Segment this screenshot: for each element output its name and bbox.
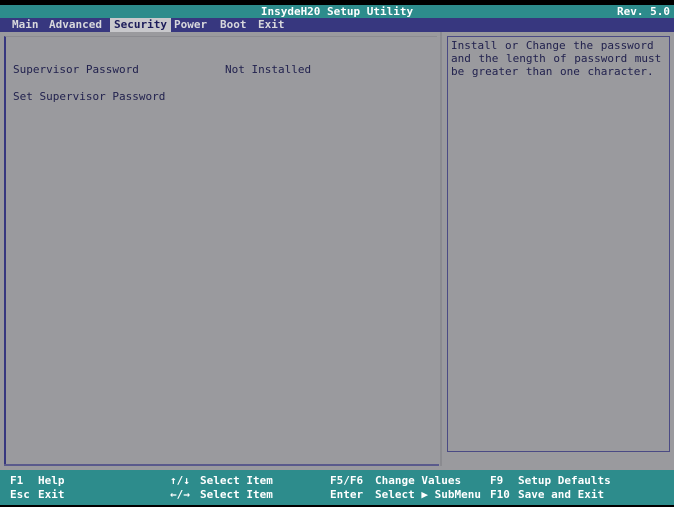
help-text: Install or Change the password and the l…: [451, 39, 662, 78]
footer-key-up-down[interactable]: ↑/↓: [170, 475, 190, 487]
title-bar: InsydeH20 Setup Utility Rev. 5.0: [0, 5, 674, 18]
footer-key-f9[interactable]: F9: [490, 475, 503, 487]
panel-divider: [440, 32, 442, 466]
footer-desc-help: Help: [38, 474, 65, 487]
footer-desc-exit: Exit: [38, 488, 65, 501]
footer-key-f5-f6[interactable]: F5/F6: [330, 475, 363, 487]
menu-item-boot[interactable]: Boot: [216, 18, 251, 32]
footer-desc-save-and-exit: Save and Exit: [518, 488, 605, 501]
footer-desc-setup-defaults: Setup Defaults: [518, 474, 611, 487]
menu-item-power[interactable]: Power: [170, 18, 211, 32]
setting-value: Not Installed: [225, 63, 312, 76]
footer-desc-select-item: Select Item: [200, 474, 273, 487]
menu-item-main[interactable]: Main: [8, 18, 43, 32]
menu-item-advanced[interactable]: Advanced: [45, 18, 106, 32]
footer-desc-change-values: Change Values: [375, 474, 462, 487]
footer-key-esc[interactable]: Esc: [10, 489, 30, 501]
help-panel: Install or Change the password and the l…: [447, 36, 670, 452]
settings-panel-bottom-border: [4, 464, 439, 466]
footer-key-left-right[interactable]: ←/→: [170, 489, 190, 501]
setting-row-supervisor-password[interactable]: Supervisor Password Not Installed: [6, 63, 436, 77]
footer-bar: F1 Help ↑/↓ Select Item F5/F6 Change Val…: [0, 470, 674, 507]
window-title: InsydeH20 Setup Utility: [260, 5, 414, 18]
footer-key-f10[interactable]: F10: [490, 489, 510, 501]
menu-item-exit[interactable]: Exit: [254, 18, 289, 32]
bios-setup-screen: InsydeH20 Setup Utility Rev. 5.0 Main Ad…: [0, 0, 674, 507]
settings-panel: Supervisor Password Not Installed Set Su…: [4, 36, 437, 466]
menu-item-security[interactable]: Security: [110, 18, 171, 32]
footer-desc-select-submenu: Select ▶ SubMenu: [375, 488, 481, 501]
footer-desc-select-item-2: Select Item: [200, 488, 273, 501]
setting-label: Supervisor Password: [13, 63, 139, 76]
footer-row-bottom: Esc Exit ←/→ Select Item Enter Select ▶ …: [0, 489, 674, 501]
footer-key-enter[interactable]: Enter: [330, 489, 363, 501]
submenu-item-set-supervisor-password[interactable]: Set Supervisor Password: [13, 90, 165, 104]
menu-bar: Main Advanced Security Power Boot Exit: [0, 18, 674, 32]
footer-row-top: F1 Help ↑/↓ Select Item F5/F6 Change Val…: [0, 475, 674, 487]
revision-label: Rev. 5.0: [617, 5, 670, 18]
footer-key-f1[interactable]: F1: [10, 475, 23, 487]
